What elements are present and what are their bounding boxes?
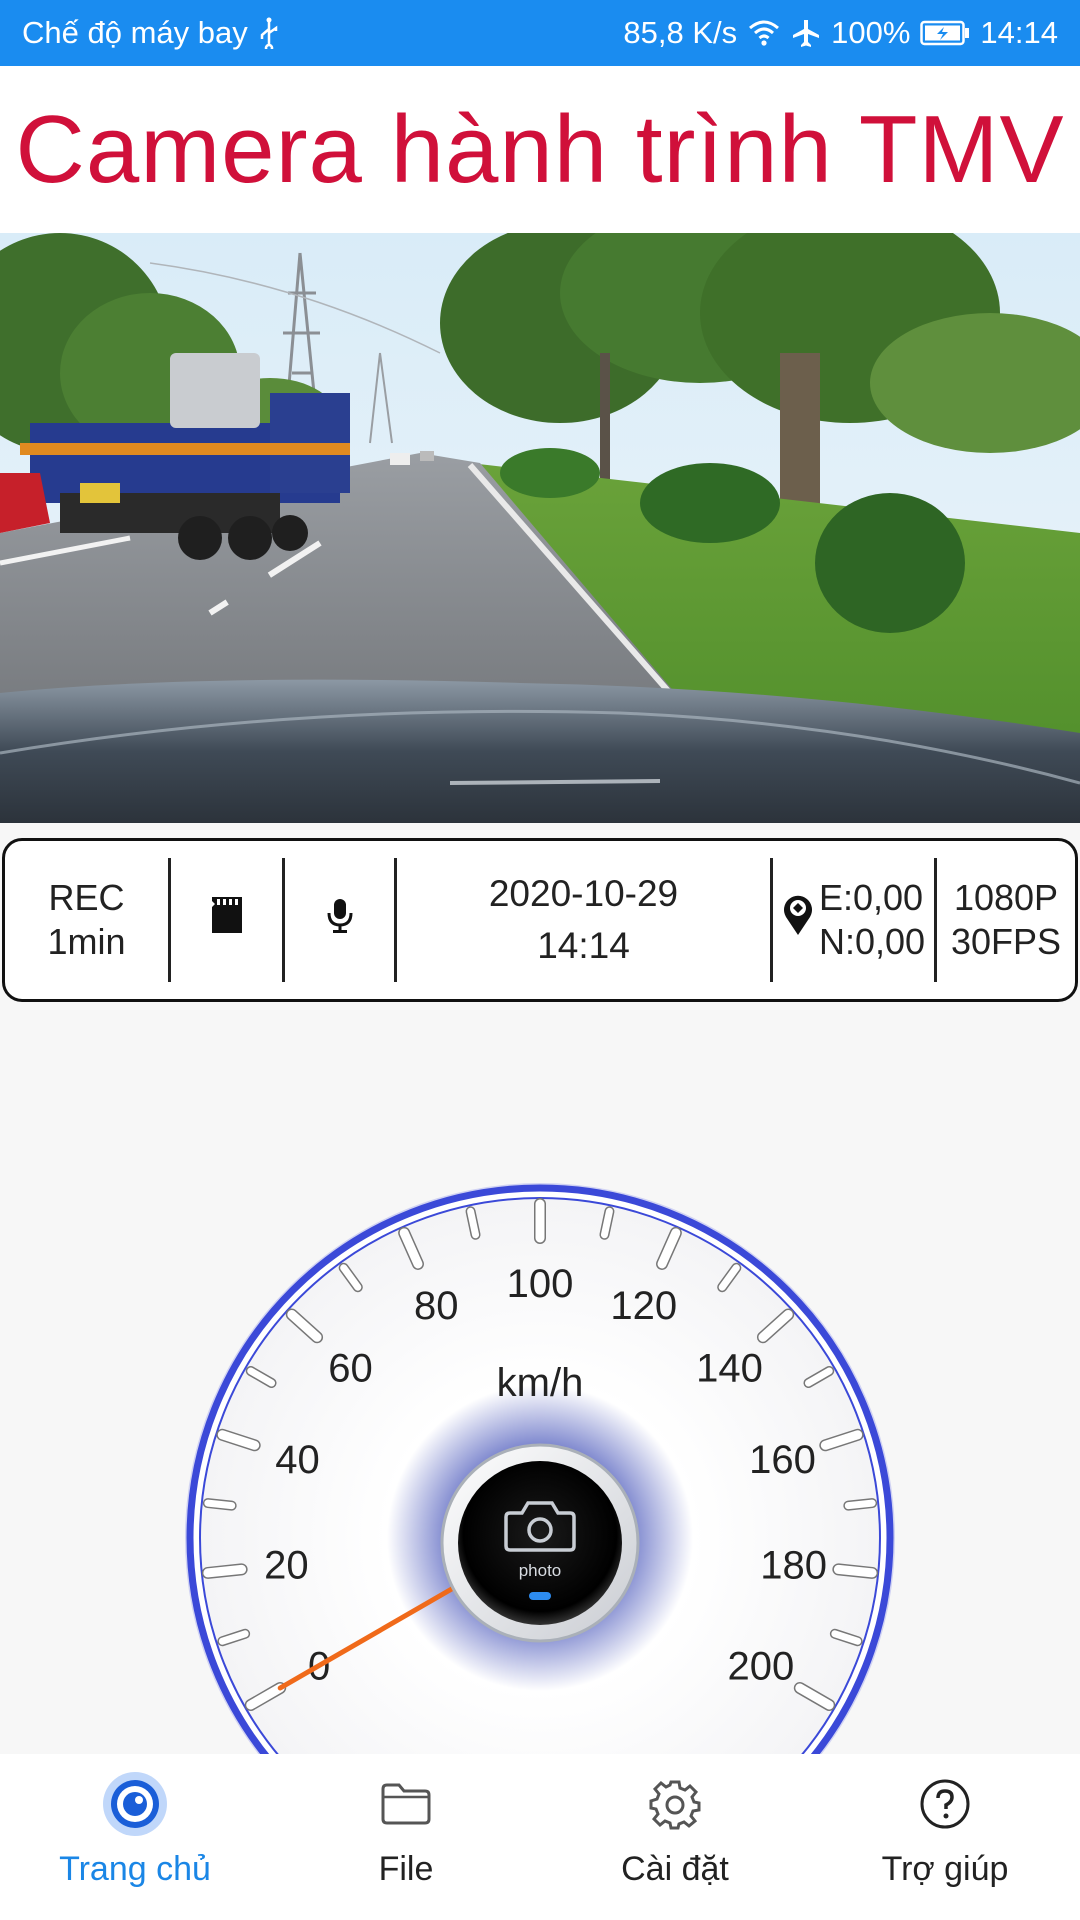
speed-label: 180 (760, 1544, 827, 1588)
rec-duration-value: 1min (47, 921, 126, 962)
speedometer: 020406080100120140160180200 km/h photo (170, 1178, 910, 1758)
gps-north-text: N:0,00 (819, 921, 926, 962)
nav-label-file: File (378, 1850, 434, 1888)
usb-icon (258, 17, 280, 49)
photo-button[interactable]: photo (440, 1443, 640, 1643)
nav-label-help: Trợ giúp (881, 1850, 1009, 1888)
wifi-icon (747, 19, 781, 47)
nav-label-settings: Cài đặt (621, 1850, 729, 1888)
rec-duration[interactable]: REC 1min (5, 858, 171, 982)
nav-item-help[interactable]: Trợ giúp (855, 1754, 1035, 1920)
net-speed-text: 85,8 K/s (623, 15, 738, 50)
nav-label-home: Trang chủ (59, 1850, 211, 1888)
speed-label: 60 (328, 1346, 373, 1390)
speed-tick (203, 1564, 247, 1578)
speedometer-dial: 020406080100120140160180200 km/h photo (185, 1183, 895, 1758)
nav-item-home[interactable]: Trang chủ (40, 1754, 230, 1920)
gear-icon (649, 1776, 701, 1832)
speed-tick (600, 1207, 613, 1239)
microphone-icon (326, 897, 354, 943)
speed-label: 120 (610, 1284, 677, 1328)
status-right: 85,8 K/s 100% 14:14 (623, 15, 1058, 51)
battery-charging-icon (920, 20, 970, 46)
recording-info-panel: REC 1min 2020-10-29 14:14 E:0,00 N:0,00 … (2, 838, 1078, 1002)
speed-tick (844, 1499, 876, 1510)
sd-card-status[interactable] (171, 858, 285, 982)
airplane-icon (791, 18, 821, 48)
rec-label: REC (48, 877, 125, 918)
help-icon (919, 1776, 971, 1832)
bottom-navigation: Trang chủ File Cài đặt Trợ giúp (0, 1754, 1080, 1920)
resolution-text: 1080P (953, 877, 1059, 918)
nav-item-settings[interactable]: Cài đặt (585, 1754, 765, 1920)
speed-tick (204, 1499, 236, 1510)
datetime-display: 2020-10-29 14:14 (397, 858, 773, 982)
photo-button-label: photo (519, 1561, 562, 1580)
nav-item-file[interactable]: File (316, 1754, 496, 1920)
gps-coordinates: E:0,00 N:0,00 (773, 858, 937, 982)
date-text: 2020-10-29 (488, 873, 679, 914)
speed-label: 140 (696, 1346, 763, 1390)
battery-percent-text: 100% (831, 15, 911, 50)
speed-label: 40 (275, 1438, 320, 1482)
speed-label: 160 (749, 1438, 816, 1482)
clock-text: 14:14 (980, 15, 1058, 50)
status-bar: Chế độ máy bay 85,8 K/s 100% 14:14 (0, 0, 1080, 66)
photo-indicator-dot (529, 1592, 551, 1600)
road-scene-image (0, 233, 1080, 823)
speed-label: 200 (727, 1645, 794, 1689)
speed-label: 80 (414, 1284, 459, 1328)
video-quality[interactable]: 1080P 30FPS (937, 858, 1075, 982)
app-title: Camera hành trình TMV (0, 66, 1080, 233)
gps-east-text: E:0,00 (819, 877, 924, 918)
home-lens-icon (100, 1772, 170, 1836)
folder-icon (379, 1776, 433, 1832)
speed-label: 20 (264, 1544, 309, 1588)
camera-preview[interactable] (0, 233, 1080, 823)
speed-label: 100 (507, 1262, 574, 1306)
location-pin-icon (781, 893, 815, 947)
speed-unit-label: km/h (497, 1361, 584, 1405)
airplane-mode-text: Chế độ máy bay (22, 15, 248, 50)
status-left: Chế độ máy bay (22, 15, 280, 51)
sd-card-icon (211, 897, 242, 943)
app-screen: Chế độ máy bay 85,8 K/s 100% 14:14 Camer… (0, 0, 1080, 1920)
microphone-status[interactable] (285, 858, 397, 982)
speed-tick (467, 1207, 480, 1239)
speed-tick (833, 1564, 877, 1578)
fps-text: 30FPS (950, 921, 1062, 962)
time-text: 14:14 (537, 925, 630, 966)
